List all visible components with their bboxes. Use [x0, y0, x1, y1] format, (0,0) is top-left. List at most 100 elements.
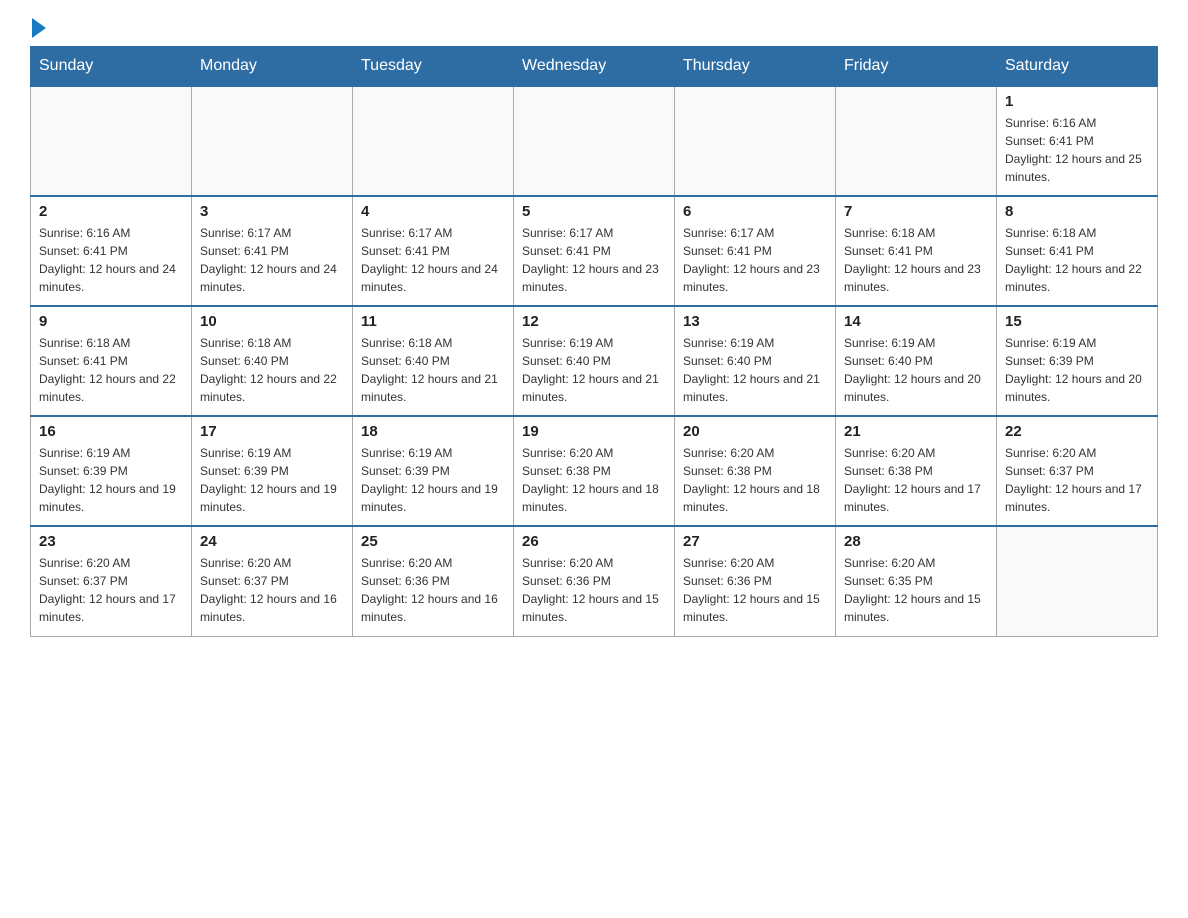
day-info: Sunrise: 6:18 AM Sunset: 6:41 PM Dayligh…	[844, 224, 988, 296]
day-number: 4	[361, 203, 505, 220]
calendar-cell	[31, 86, 192, 196]
calendar-cell: 16 Sunrise: 6:19 AM Sunset: 6:39 PM Dayli…	[31, 416, 192, 526]
calendar-cell	[192, 86, 353, 196]
day-number: 3	[200, 203, 344, 220]
col-header-saturday: Saturday	[997, 47, 1158, 87]
logo	[30, 20, 46, 36]
day-info: Sunrise: 6:20 AM Sunset: 6:38 PM Dayligh…	[844, 444, 988, 516]
day-info: Sunrise: 6:20 AM Sunset: 6:37 PM Dayligh…	[200, 554, 344, 626]
calendar-cell: 25 Sunrise: 6:20 AM Sunset: 6:36 PM Dayli…	[353, 526, 514, 636]
calendar-cell: 7 Sunrise: 6:18 AM Sunset: 6:41 PM Daylig…	[836, 196, 997, 306]
day-info: Sunrise: 6:20 AM Sunset: 6:38 PM Dayligh…	[522, 444, 666, 516]
day-number: 13	[683, 313, 827, 330]
day-number: 8	[1005, 203, 1149, 220]
week-row-5: 23 Sunrise: 6:20 AM Sunset: 6:37 PM Dayli…	[31, 526, 1158, 636]
day-number: 17	[200, 423, 344, 440]
day-info: Sunrise: 6:18 AM Sunset: 6:40 PM Dayligh…	[200, 334, 344, 406]
calendar-cell: 6Sunrise: 6:17 AM Sunset: 6:41 PM Daylig…	[675, 196, 836, 306]
day-number: 7	[844, 203, 988, 220]
day-info: Sunrise: 6:16 AM Sunset: 6:41 PM Dayligh…	[1005, 114, 1149, 186]
calendar-table: SundayMondayTuesdayWednesdayThursdayFrid…	[30, 46, 1158, 637]
day-info: Sunrise: 6:19 AM Sunset: 6:39 PM Dayligh…	[1005, 334, 1149, 406]
day-info: Sunrise: 6:20 AM Sunset: 6:36 PM Dayligh…	[361, 554, 505, 626]
calendar-cell: 8 Sunrise: 6:18 AM Sunset: 6:41 PM Daylig…	[997, 196, 1158, 306]
calendar-cell: 13 Sunrise: 6:19 AM Sunset: 6:40 PM Dayli…	[675, 306, 836, 416]
calendar-cell: 4 Sunrise: 6:17 AM Sunset: 6:41 PM Daylig…	[353, 196, 514, 306]
calendar-cell: 24 Sunrise: 6:20 AM Sunset: 6:37 PM Dayli…	[192, 526, 353, 636]
day-info: Sunrise: 6:20 AM Sunset: 6:37 PM Dayligh…	[1005, 444, 1149, 516]
day-number: 14	[844, 313, 988, 330]
calendar-cell: 5 Sunrise: 6:17 AM Sunset: 6:41 PM Daylig…	[514, 196, 675, 306]
calendar-cell: 20 Sunrise: 6:20 AM Sunset: 6:38 PM Dayli…	[675, 416, 836, 526]
day-number: 16	[39, 423, 183, 440]
day-info: Sunrise: 6:16 AM Sunset: 6:41 PM Dayligh…	[39, 224, 183, 296]
day-info: Sunrise: 6:17 AM Sunset: 6:41 PM Dayligh…	[200, 224, 344, 296]
col-header-monday: Monday	[192, 47, 353, 87]
week-row-1: 1 Sunrise: 6:16 AM Sunset: 6:41 PM Daylig…	[31, 86, 1158, 196]
calendar-cell: 17Sunrise: 6:19 AM Sunset: 6:39 PM Dayli…	[192, 416, 353, 526]
page-header	[30, 20, 1158, 36]
week-row-3: 9Sunrise: 6:18 AM Sunset: 6:41 PM Daylig…	[31, 306, 1158, 416]
day-info: Sunrise: 6:18 AM Sunset: 6:40 PM Dayligh…	[361, 334, 505, 406]
calendar-cell: 28 Sunrise: 6:20 AM Sunset: 6:35 PM Dayli…	[836, 526, 997, 636]
week-row-2: 2Sunrise: 6:16 AM Sunset: 6:41 PM Daylig…	[31, 196, 1158, 306]
day-info: Sunrise: 6:18 AM Sunset: 6:41 PM Dayligh…	[39, 334, 183, 406]
day-number: 18	[361, 423, 505, 440]
calendar-cell: 1 Sunrise: 6:16 AM Sunset: 6:41 PM Daylig…	[997, 86, 1158, 196]
col-header-wednesday: Wednesday	[514, 47, 675, 87]
day-number: 5	[522, 203, 666, 220]
calendar-cell: 14 Sunrise: 6:19 AM Sunset: 6:40 PM Dayli…	[836, 306, 997, 416]
col-header-tuesday: Tuesday	[353, 47, 514, 87]
col-header-sunday: Sunday	[31, 47, 192, 87]
calendar-header-row: SundayMondayTuesdayWednesdayThursdayFrid…	[31, 47, 1158, 87]
day-info: Sunrise: 6:19 AM Sunset: 6:40 PM Dayligh…	[522, 334, 666, 406]
calendar-cell	[675, 86, 836, 196]
calendar-cell: 21 Sunrise: 6:20 AM Sunset: 6:38 PM Dayli…	[836, 416, 997, 526]
day-number: 28	[844, 533, 988, 550]
calendar-cell	[836, 86, 997, 196]
calendar-cell	[353, 86, 514, 196]
day-number: 23	[39, 533, 183, 550]
day-number: 11	[361, 313, 505, 330]
calendar-cell	[997, 526, 1158, 636]
day-number: 24	[200, 533, 344, 550]
calendar-cell: 3 Sunrise: 6:17 AM Sunset: 6:41 PM Daylig…	[192, 196, 353, 306]
day-info: Sunrise: 6:20 AM Sunset: 6:38 PM Dayligh…	[683, 444, 827, 516]
day-info: Sunrise: 6:20 AM Sunset: 6:36 PM Dayligh…	[522, 554, 666, 626]
calendar-cell: 27 Sunrise: 6:20 AM Sunset: 6:36 PM Dayli…	[675, 526, 836, 636]
calendar-cell: 11 Sunrise: 6:18 AM Sunset: 6:40 PM Dayli…	[353, 306, 514, 416]
day-info: Sunrise: 6:17 AM Sunset: 6:41 PM Dayligh…	[522, 224, 666, 296]
col-header-friday: Friday	[836, 47, 997, 87]
col-header-thursday: Thursday	[675, 47, 836, 87]
day-info: Sunrise: 6:18 AM Sunset: 6:41 PM Dayligh…	[1005, 224, 1149, 296]
calendar-cell: 10Sunrise: 6:18 AM Sunset: 6:40 PM Dayli…	[192, 306, 353, 416]
calendar-cell	[514, 86, 675, 196]
calendar-cell: 9Sunrise: 6:18 AM Sunset: 6:41 PM Daylig…	[31, 306, 192, 416]
day-info: Sunrise: 6:20 AM Sunset: 6:35 PM Dayligh…	[844, 554, 988, 626]
logo-text	[30, 20, 46, 38]
day-number: 22	[1005, 423, 1149, 440]
day-number: 26	[522, 533, 666, 550]
logo-arrow-icon	[32, 18, 46, 38]
day-info: Sunrise: 6:17 AM Sunset: 6:41 PM Dayligh…	[361, 224, 505, 296]
day-info: Sunrise: 6:19 AM Sunset: 6:39 PM Dayligh…	[39, 444, 183, 516]
calendar-cell: 12Sunrise: 6:19 AM Sunset: 6:40 PM Dayli…	[514, 306, 675, 416]
day-number: 25	[361, 533, 505, 550]
day-info: Sunrise: 6:20 AM Sunset: 6:37 PM Dayligh…	[39, 554, 183, 626]
calendar-cell: 22 Sunrise: 6:20 AM Sunset: 6:37 PM Dayli…	[997, 416, 1158, 526]
day-number: 20	[683, 423, 827, 440]
day-number: 27	[683, 533, 827, 550]
calendar-cell: 19 Sunrise: 6:20 AM Sunset: 6:38 PM Dayli…	[514, 416, 675, 526]
day-number: 15	[1005, 313, 1149, 330]
day-info: Sunrise: 6:20 AM Sunset: 6:36 PM Dayligh…	[683, 554, 827, 626]
day-number: 19	[522, 423, 666, 440]
day-number: 6	[683, 203, 827, 220]
day-info: Sunrise: 6:19 AM Sunset: 6:40 PM Dayligh…	[844, 334, 988, 406]
day-number: 21	[844, 423, 988, 440]
day-info: Sunrise: 6:19 AM Sunset: 6:39 PM Dayligh…	[361, 444, 505, 516]
calendar-cell: 15 Sunrise: 6:19 AM Sunset: 6:39 PM Dayli…	[997, 306, 1158, 416]
day-number: 1	[1005, 93, 1149, 110]
calendar-cell: 2Sunrise: 6:16 AM Sunset: 6:41 PM Daylig…	[31, 196, 192, 306]
day-info: Sunrise: 6:19 AM Sunset: 6:40 PM Dayligh…	[683, 334, 827, 406]
calendar-cell: 23 Sunrise: 6:20 AM Sunset: 6:37 PM Dayli…	[31, 526, 192, 636]
